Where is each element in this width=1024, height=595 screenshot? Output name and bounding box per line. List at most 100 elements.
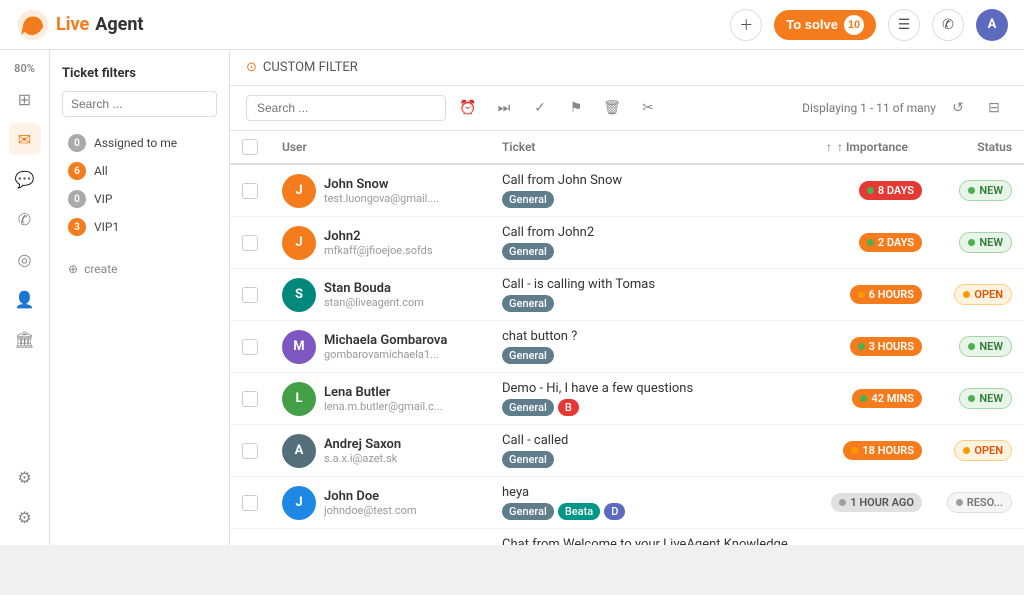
dashboard-nav-icon[interactable]: ⊞ (9, 83, 41, 115)
importance-cell: 2 DAYS (814, 217, 934, 269)
table-row[interactable]: J John Doe johndoe@test.com heya General… (230, 477, 1024, 529)
refresh-icon[interactable]: ↺ (944, 94, 972, 122)
ticket-cell: Call - is calling with Tomas General (490, 269, 814, 321)
user-info: John Snow test.luongova@gmail.... (324, 177, 439, 205)
ticket-cell: Demo - Hi, I have a few questions Genera… (490, 373, 814, 425)
header-importance[interactable]: ↑ ↑ Importance (814, 131, 934, 164)
tag: General (502, 347, 554, 364)
table-row[interactable]: S Stan Bouda stan@liveagent.com Call - i… (230, 269, 1024, 321)
user-email: johndoe@test.com (324, 504, 417, 517)
user-cell: S Stan Bouda stan@liveagent.com (270, 269, 490, 321)
filters-title: Ticket filters (62, 66, 217, 81)
ticket-tags: General (502, 295, 802, 312)
logo[interactable]: LiveAgent (16, 8, 144, 42)
table-row[interactable]: A Andrej Saxon andrejsaxon@gmail.c... Ch… (230, 529, 1024, 546)
filter-vip-label: VIP (94, 192, 112, 206)
contacts-nav-icon[interactable]: 👤 (9, 283, 41, 315)
status-cell: OPEN (934, 269, 1024, 321)
user-avatar-icon: A (282, 434, 316, 468)
importance-dot (860, 395, 867, 402)
logo-agent: Agent (95, 14, 143, 35)
importance-badge: 6 HOURS (850, 285, 922, 304)
settings-nav-icon[interactable]: ⚙ (9, 461, 41, 493)
tosolve-button[interactable]: To solve 10 (774, 10, 876, 40)
header-checkbox[interactable] (242, 139, 258, 155)
tag: B (558, 399, 579, 416)
wrench-icon[interactable]: ✂ (634, 94, 662, 122)
table-row[interactable]: M Michaela Gombarova gombarovamichaela1.… (230, 321, 1024, 373)
displaying-text: Displaying 1 - 11 of many (802, 101, 936, 115)
columns-icon[interactable]: ⊟ (980, 94, 1008, 122)
importance-badge: 2 DAYS (859, 233, 922, 252)
user-email: lena.m.butler@gmail.c... (324, 400, 442, 413)
row-checkbox-cell (230, 217, 270, 269)
importance-dot (867, 239, 874, 246)
filter-all[interactable]: 6 All (62, 157, 217, 185)
phone-nav-icon2[interactable]: ✆ (9, 203, 41, 235)
user-avatar-icon: J (282, 486, 316, 520)
row-checkbox[interactable] (242, 235, 258, 251)
chat-nav-icon2[interactable]: 💬 (9, 163, 41, 195)
ticket-search-input[interactable] (246, 95, 446, 121)
create-filter-button[interactable]: ⊕ create (62, 257, 217, 281)
trash-icon[interactable]: 🗑 (598, 94, 626, 122)
importance-dot (858, 291, 865, 298)
row-checkbox[interactable] (242, 287, 258, 303)
filter-all-label: All (94, 164, 108, 178)
main-content: ⊙ CUSTOM FILTER ⏰ ⏭ ✓ ⚑ 🗑 ✂ Displaying 1… (230, 50, 1024, 545)
row-checkbox[interactable] (242, 391, 258, 407)
ticket-title: Call - called (502, 433, 802, 448)
add-button[interactable]: ＋ (730, 9, 762, 41)
user-name: John2 (324, 229, 433, 244)
clock-filter-icon[interactable]: ⏰ (454, 94, 482, 122)
user-cell: J John Doe johndoe@test.com (270, 477, 490, 529)
row-checkbox[interactable] (242, 443, 258, 459)
filter-vip[interactable]: 0 VIP (62, 185, 217, 213)
filter-vip1[interactable]: 3 VIP1 (62, 213, 217, 241)
phone-nav-icon[interactable]: ✆ (932, 9, 964, 41)
row-checkbox-cell (230, 373, 270, 425)
flag-icon[interactable]: ⚑ (562, 94, 590, 122)
admin-nav-icon[interactable]: ⚙ (9, 501, 41, 533)
table-row[interactable]: A Andrej Saxon s.a.x.i@azet.sk Call - ca… (230, 425, 1024, 477)
user-info: Lena Butler lena.m.butler@gmail.c... (324, 385, 442, 413)
filters-search-input[interactable] (62, 91, 217, 117)
importance-dot (839, 499, 846, 506)
ticket-cell: Call from John Snow General (490, 164, 814, 217)
row-checkbox[interactable] (242, 339, 258, 355)
tosolve-label: To solve (786, 17, 838, 32)
check-icon[interactable]: ✓ (526, 94, 554, 122)
importance-dot (858, 343, 865, 350)
importance-cell: 42 MINS (814, 373, 934, 425)
email-nav-icon[interactable]: ✉ (9, 123, 41, 155)
user-name: John Snow (324, 177, 439, 192)
user-avatar[interactable]: A (976, 9, 1008, 41)
status-badge: NEW (959, 336, 1012, 357)
forward-icon[interactable]: ⏭ (490, 94, 518, 122)
monitor-nav-icon[interactable]: ◎ (9, 243, 41, 275)
filter-assigned-badge: 0 (68, 134, 86, 152)
table-header-row: User Ticket ↑ ↑ Importance Status (230, 131, 1024, 164)
tag: General (502, 503, 554, 520)
ticket-tags: General (502, 243, 802, 260)
ticket-title: chat button ? (502, 329, 802, 344)
importance-cell: 5 HOURS AGO (814, 529, 934, 546)
reports-nav-icon[interactable]: 🏛 (9, 323, 41, 355)
table-row[interactable]: J John2 mfkaff@jfioejoe.sofds Call from … (230, 217, 1024, 269)
status-badge: OPEN (954, 440, 1012, 461)
table-row[interactable]: J John Snow test.luongova@gmail.... Call… (230, 164, 1024, 217)
status-dot (963, 447, 970, 454)
status-cell: RESO... (934, 529, 1024, 546)
filter-assigned[interactable]: 0 Assigned to me (62, 129, 217, 157)
table-row[interactable]: L Lena Butler lena.m.butler@gmail.c... D… (230, 373, 1024, 425)
row-checkbox[interactable] (242, 495, 258, 511)
user-cell: M Michaela Gombarova gombarovamichaela1.… (270, 321, 490, 373)
status-cell: RESO... (934, 477, 1024, 529)
user-cell: A Andrej Saxon s.a.x.i@azet.sk (270, 425, 490, 477)
user-info: John2 mfkaff@jfioejoe.sofds (324, 229, 433, 257)
ticket-tags: GeneralB (502, 399, 802, 416)
importance-badge: 42 MINS (852, 389, 922, 408)
row-checkbox[interactable] (242, 183, 258, 199)
chat-nav-icon[interactable]: ☰ (888, 9, 920, 41)
status-badge: OPEN (954, 284, 1012, 305)
